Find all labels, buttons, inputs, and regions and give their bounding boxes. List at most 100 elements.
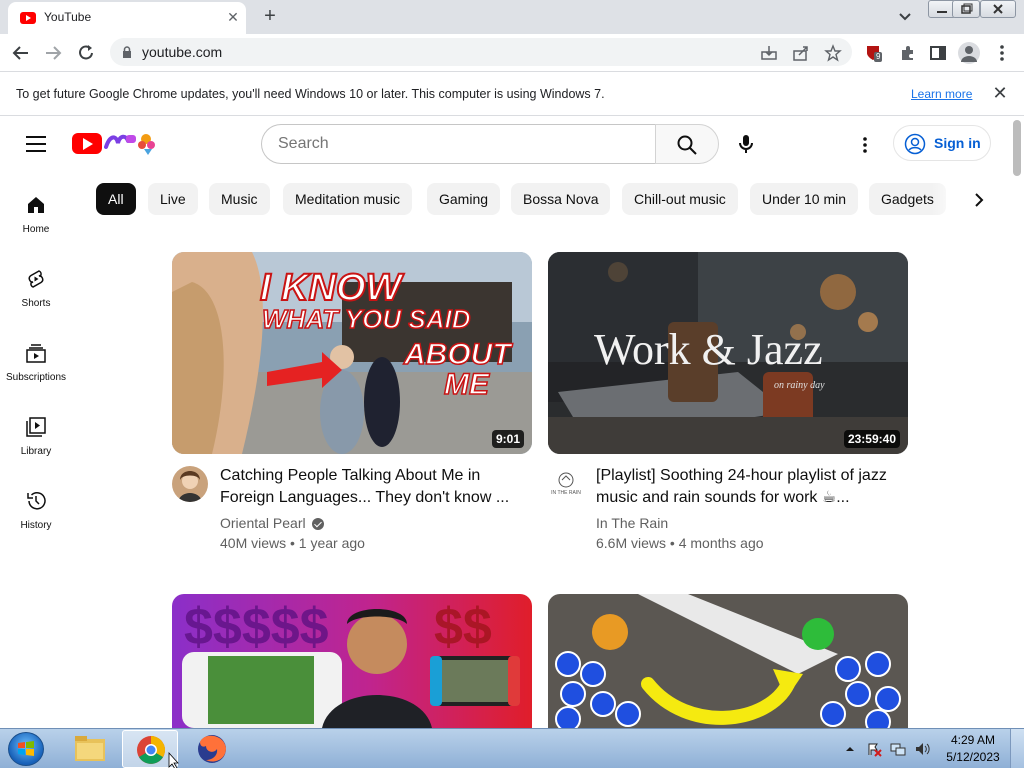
video-meta: 40M views • 1 year ago [220,535,365,551]
thumbnail-dollars-right: $$ [434,598,492,656]
account-circle-icon [904,133,926,155]
learn-more-link[interactable]: Learn more [911,87,972,101]
chip-gaming[interactable]: Gaming [427,183,501,215]
tray-network-icon[interactable] [890,741,906,757]
taskbar-chrome[interactable] [122,730,179,768]
shorts-icon [28,270,44,288]
tray-clock-date[interactable]: 5/12/2023 [942,750,1004,764]
chip-live[interactable]: Live [148,183,198,215]
reload-icon[interactable] [75,42,97,64]
page-scrollbar[interactable] [1010,117,1024,728]
thumbnail-image: Work & Jazz on rainy day [548,252,908,454]
side-panel-icon[interactable] [928,43,948,63]
video-thumbnail[interactable]: Work & Jazz on rainy day 23:59:40 [548,252,908,454]
thumbnail-image: I KNOW WHAT YOU SAID ABOUT ME [172,252,532,454]
youtube-favicon-icon [20,12,36,24]
search-icon [677,135,697,155]
channel-name[interactable]: Oriental Pearl [220,515,306,531]
video-thumbnail[interactable] [548,594,908,728]
guide-label-history: History [20,520,52,531]
youtube-logo[interactable] [72,133,102,154]
chrome-icon [137,736,179,768]
chip-bossa-nova[interactable]: Bossa Nova [511,183,611,215]
taskbar-file-explorer[interactable] [62,730,118,768]
extension-badge: 9 [874,52,883,62]
page-scrollbar-thumb[interactable] [1013,120,1021,176]
video-meta: 6.6M views • 4 months ago [596,535,764,551]
home-icon [28,197,44,213]
windows-logo-icon [18,741,34,756]
guide-item-library[interactable]: Library [0,416,72,476]
video-channel[interactable]: In The Rain [596,515,668,531]
thumbnail-text-line2: WHAT YOU SAID [262,304,471,334]
tray-show-hidden-icon[interactable] [842,741,858,757]
guide-menu-icon[interactable] [26,136,46,152]
channel-avatar[interactable] [172,466,208,502]
bookmark-star-icon[interactable] [824,44,842,62]
url-text[interactable]: youtube.com [142,44,222,60]
new-tab-button[interactable]: + [258,5,282,29]
video-thumbnail[interactable]: I KNOW WHAT YOU SAID ABOUT ME 9:01 [172,252,532,454]
library-icon [26,417,46,437]
extension-shield-icon[interactable]: 9 [864,43,884,63]
filter-chips-bar: All Live Music Meditation music Gaming B… [96,183,996,217]
show-desktop-button[interactable] [1010,729,1024,768]
lock-icon[interactable] [122,46,132,58]
tray-action-center-icon[interactable] [866,741,882,757]
chip-music[interactable]: Music [209,183,270,215]
video-duration: 23:59:40 [843,430,900,448]
tray-volume-icon[interactable] [914,741,930,757]
video-channel[interactable]: Oriental Pearl [220,515,324,531]
verified-badge-icon [311,518,324,531]
guide-item-subscriptions[interactable]: Subscriptions [0,342,72,402]
settings-kebab-icon[interactable] [856,135,874,155]
search-input[interactable]: Search [261,124,656,164]
youtube-doodle-logo[interactable] [104,129,158,157]
extensions-puzzle-icon[interactable] [898,43,918,63]
taskbar-firefox[interactable] [184,730,240,768]
forward-icon[interactable] [42,42,64,64]
address-bar[interactable]: youtube.com [110,38,852,66]
tab-search-chevron-icon[interactable] [896,8,914,26]
install-app-icon[interactable] [760,44,778,62]
share-icon[interactable] [792,44,810,62]
update-infobar: To get future Google Chrome updates, you… [0,72,1024,116]
tab-close-icon[interactable]: ✕ [224,8,242,26]
guide-label-library: Library [20,446,52,457]
tray-clock-time[interactable]: 4:29 AM [948,733,998,747]
guide-label-home: Home [22,224,50,235]
guide-item-shorts[interactable]: Shorts [0,268,72,328]
chip-all[interactable]: All [96,183,136,215]
video-title[interactable]: Catching People Talking About Me in Fore… [220,465,520,509]
profile-avatar-icon[interactable] [958,42,980,64]
youtube-header: Search Sign in [0,117,1010,173]
chip-chill-out-music[interactable]: Chill-out music [622,183,738,215]
back-icon[interactable] [10,42,32,64]
video-title[interactable]: [Playlist] Soothing 24-hour playlist of … [596,465,896,509]
sign-in-button[interactable]: Sign in [893,125,991,161]
tab-title: YouTube [44,10,92,24]
chrome-menu-icon[interactable] [994,43,1010,63]
thumbnail-image: $$$$$ $$ [172,594,532,728]
guide-item-home[interactable]: Home [0,194,72,254]
chip-meditation-music[interactable]: Meditation music [283,183,413,215]
guide-item-history[interactable]: History [0,490,72,550]
firefox-icon [198,735,226,763]
tab-youtube[interactable]: YouTube ✕ [8,2,246,34]
channel-avatar[interactable]: IN THE RAIN [548,466,584,502]
thumbnail-text-line3: ABOUT [403,338,513,371]
guide-label-shorts: Shorts [21,298,51,309]
window-restore-button[interactable] [952,0,980,18]
start-button[interactable] [8,732,44,766]
window-close-button[interactable] [980,0,1016,18]
thumbnail-dollars-left: $$$$$ [184,598,329,656]
infobar-close-icon[interactable]: ✕ [990,83,1010,103]
chip-under-10-min[interactable]: Under 10 min [750,183,859,215]
voice-search-mic-icon[interactable] [736,133,756,155]
guide-label-subscriptions: Subscriptions [5,372,67,383]
video-thumbnail[interactable]: $$$$$ $$ [172,594,532,728]
channel-avatar-text: IN THE RAIN [551,490,581,496]
windows-taskbar: 4:29 AM 5/12/2023 [0,728,1024,768]
search-button[interactable] [655,124,719,164]
chips-next-chevron-icon[interactable] [970,191,988,209]
